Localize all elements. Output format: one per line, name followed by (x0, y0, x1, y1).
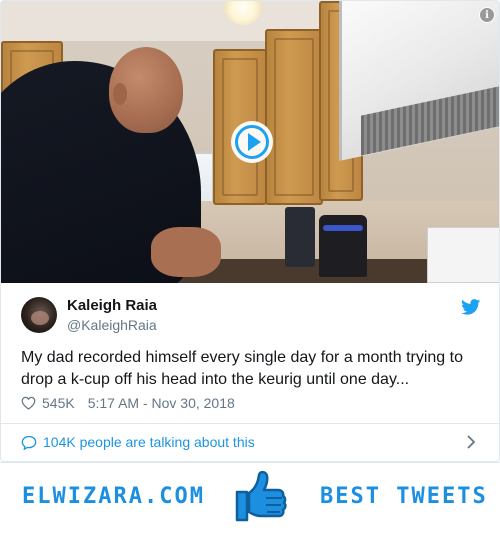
author-display-name[interactable]: Kaleigh Raia (67, 297, 157, 314)
video-coffee-maker (319, 215, 367, 277)
banner-divider (0, 462, 500, 463)
tweet-embed-card: i Kaleigh Raia @KaleighRaia My dad recor… (0, 0, 500, 462)
play-icon (248, 133, 261, 151)
site-name[interactable]: ELWIZARA.COM (22, 484, 205, 509)
thumbs-up-icon (235, 470, 287, 522)
play-button[interactable] (231, 121, 273, 163)
tweet-header: Kaleigh Raia @KaleighRaia (21, 295, 481, 335)
like-count[interactable]: 545K (42, 395, 75, 411)
info-icon[interactable]: i (479, 7, 495, 23)
twitter-bird-icon[interactable] (461, 299, 481, 315)
video-coffee-maker-light (323, 225, 363, 231)
author-handle[interactable]: @KaleighRaia (67, 317, 157, 333)
avatar[interactable] (21, 297, 57, 333)
conversation-link[interactable]: 104K people are talking about this (21, 432, 481, 452)
video-stove (427, 227, 499, 283)
chevron-right-icon (467, 435, 475, 449)
speech-bubble-icon (21, 435, 37, 450)
tweet-timestamp[interactable]: 5:17 AM - Nov 30, 2018 (88, 395, 235, 411)
heart-icon[interactable] (21, 396, 36, 410)
tweet-meta: 545K 5:17 AM - Nov 30, 2018 (21, 394, 235, 412)
video-person-ear (113, 83, 127, 105)
tweet-text: My dad recorded himself every single day… (21, 349, 463, 388)
video-cabinet (265, 29, 323, 205)
divider (1, 423, 499, 424)
video-canister (285, 207, 315, 267)
conversation-text: 104K people are talking about this (43, 434, 255, 450)
video-person-arm (151, 227, 221, 277)
video-preview[interactable]: i (1, 1, 499, 283)
banner-tagline: BEST TWEETS (320, 484, 488, 509)
